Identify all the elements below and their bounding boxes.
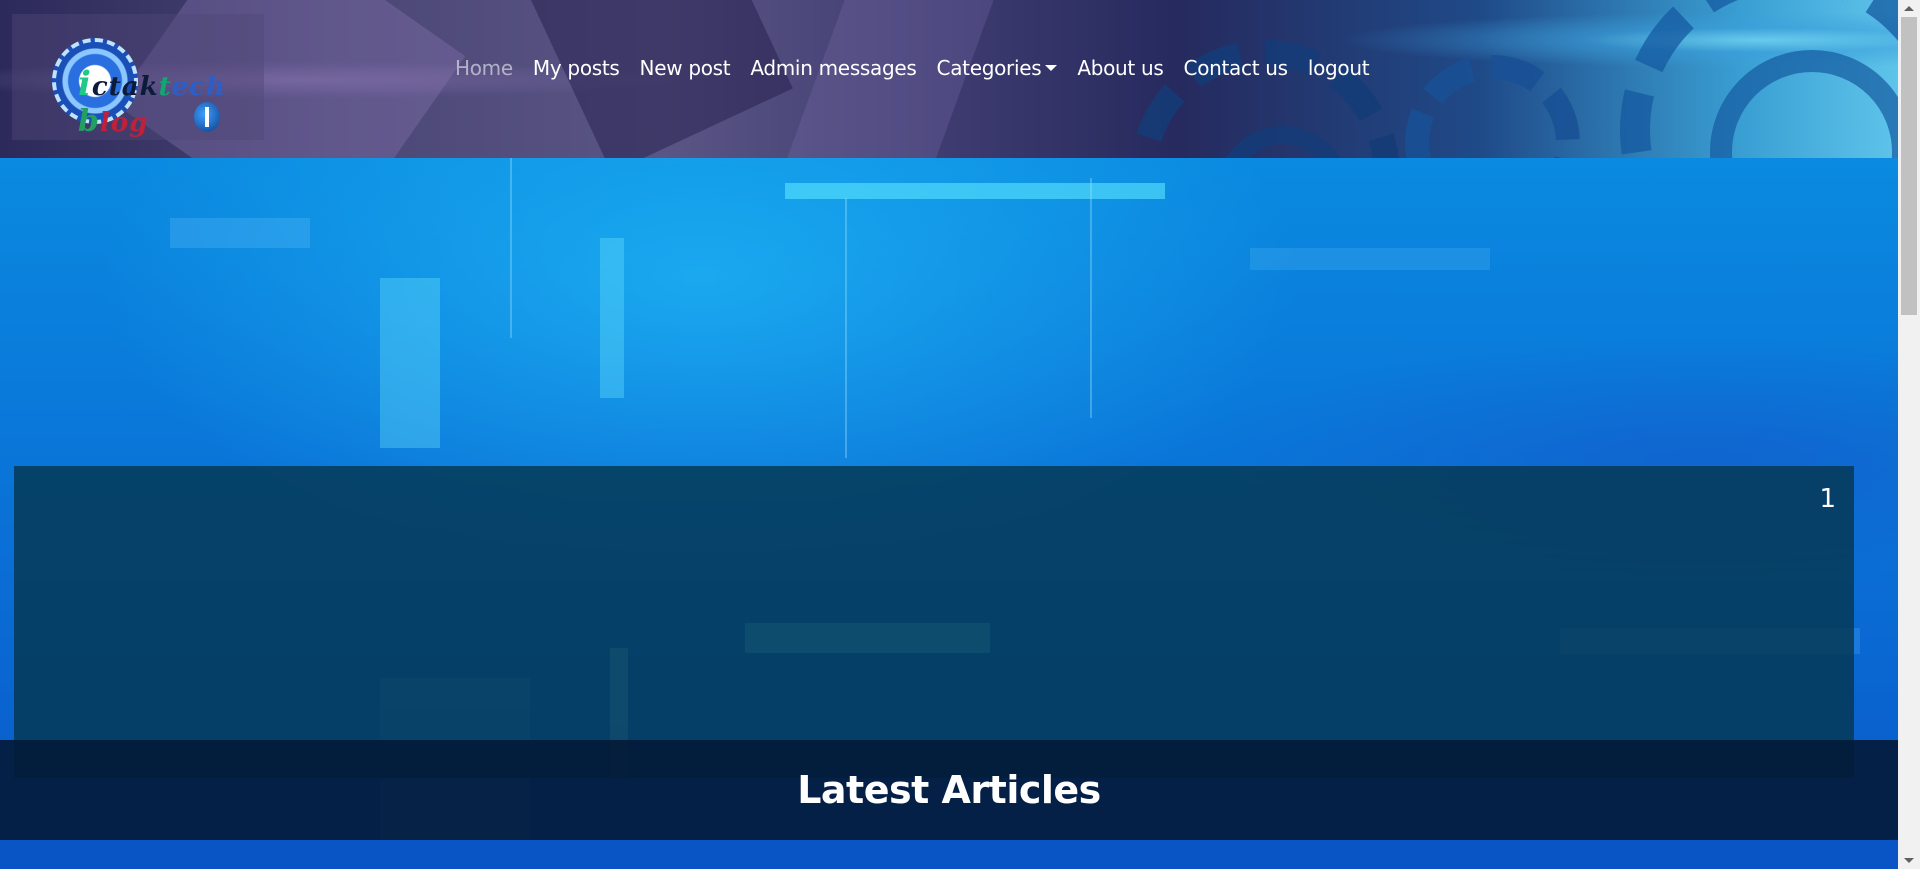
content-start-strip [0,840,1898,869]
bg-decoration [1250,248,1490,270]
gear-decoration-icon [1405,55,1580,158]
page-scrollbar[interactable] [1898,0,1920,869]
gear-decoration-icon [1620,0,1898,158]
bg-decoration [380,278,440,448]
caret-down-icon [1045,65,1058,71]
scroll-down-arrow-icon[interactable] [1898,852,1920,869]
hero-carousel-card: 1 [14,466,1854,778]
bg-decoration [600,238,624,398]
nav-categories-dropdown[interactable]: Categories [937,56,1058,80]
bg-decoration [785,183,1165,199]
nav-my-posts[interactable]: My posts [533,56,620,80]
bg-decoration [510,158,512,338]
nav-logout[interactable]: logout [1308,56,1370,80]
bg-decoration [170,218,310,248]
nav-about-us[interactable]: About us [1077,56,1163,80]
bg-decoration [1090,178,1092,418]
latest-articles-heading: Latest Articles [797,768,1101,812]
logo-wordmark: ictaktech blog [78,64,226,139]
nav-contact-us[interactable]: Contact us [1184,56,1289,80]
nav-home[interactable]: Home [455,56,513,80]
bg-decoration [845,198,847,458]
nav-categories-label: Categories [936,56,1042,80]
main-nav: Home My posts New post Admin messages Ca… [455,56,1370,80]
scroll-up-arrow-icon[interactable] [1898,0,1920,17]
latest-articles-band: Latest Articles [0,740,1898,840]
scroll-thumb[interactable] [1901,17,1917,315]
logo-info-icon [194,102,220,132]
site-logo-link[interactable]: ictaktech blog [12,14,264,140]
site-header: ictaktech blog Home My posts New post Ad… [0,0,1898,158]
nav-new-post[interactable]: New post [640,56,731,80]
carousel-slide-number: 1 [1819,484,1836,514]
nav-admin-messages[interactable]: Admin messages [750,56,917,80]
